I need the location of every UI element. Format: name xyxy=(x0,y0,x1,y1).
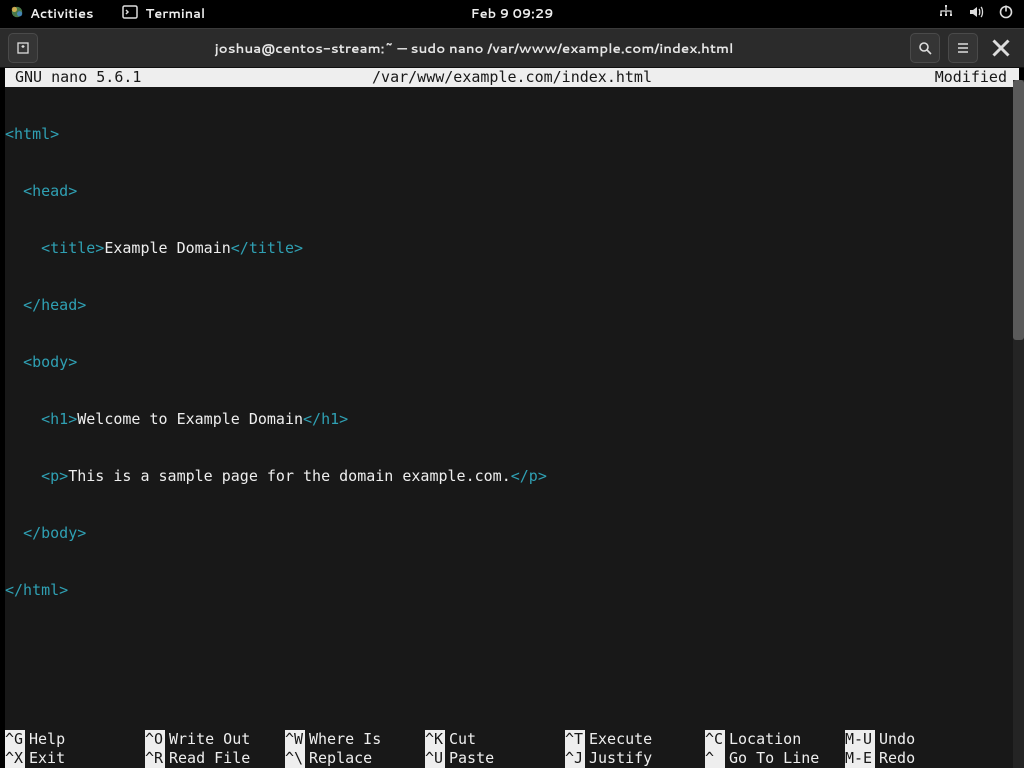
terminal-icon xyxy=(122,4,138,25)
help-entry: ^ Go To Line xyxy=(705,749,845,768)
scrollbar-thumb[interactable] xyxy=(1013,80,1024,340)
help-entry: ^TExecute xyxy=(565,730,705,749)
nano-editor[interactable]: <html> <head> <title>Example Domain</tit… xyxy=(5,87,1019,638)
nano-title-bar: GNU nano 5.6.1 /var/www/example.com/inde… xyxy=(5,68,1019,87)
power-icon xyxy=(998,4,1014,25)
nano-version: GNU nano 5.6.1 xyxy=(7,68,141,87)
help-entry: M-UUndo xyxy=(845,730,985,749)
close-button[interactable] xyxy=(986,33,1016,63)
network-icon xyxy=(938,4,954,25)
help-entry: ^OWrite Out xyxy=(145,730,285,749)
terminal-area[interactable]: GNU nano 5.6.1 /var/www/example.com/inde… xyxy=(5,68,1019,768)
nano-filename: /var/www/example.com/index.html xyxy=(372,68,652,87)
help-entry: ^UPaste xyxy=(425,749,565,768)
window-title: joshua@centos-stream:~ — sudo nano /var/… xyxy=(46,39,902,58)
volume-icon xyxy=(968,4,984,25)
nano-status: Modified xyxy=(935,68,1017,87)
app-menu[interactable]: Terminal xyxy=(122,4,206,25)
help-entry: ^KCut xyxy=(425,730,565,749)
new-tab-button[interactable] xyxy=(8,33,38,63)
help-entry: ^RRead File xyxy=(145,749,285,768)
help-entry: M-ERedo xyxy=(845,749,985,768)
help-entry: ^XExit xyxy=(5,749,145,768)
scrollbar[interactable] xyxy=(1013,80,1024,768)
nano-help-bar: ^GHelp ^XExit ^OWrite Out ^RRead File ^W… xyxy=(5,730,1019,768)
gnome-top-bar: Activities Terminal Feb 9 09:29 xyxy=(0,0,1024,28)
search-button[interactable] xyxy=(910,33,940,63)
window-titlebar: joshua@centos-stream:~ — sudo nano /var/… xyxy=(0,28,1024,68)
activities-icon xyxy=(10,5,24,24)
help-entry: ^\Replace xyxy=(285,749,425,768)
help-entry: ^GHelp xyxy=(5,730,145,749)
hamburger-menu-button[interactable] xyxy=(948,33,978,63)
app-menu-label: Terminal xyxy=(146,5,206,23)
system-status-area[interactable] xyxy=(938,4,1014,25)
clock-label: Feb 9 09:29 xyxy=(471,5,554,23)
help-entry: ^JJustify xyxy=(565,749,705,768)
activities-label: Activities xyxy=(30,5,94,23)
help-entry: ^WWhere Is xyxy=(285,730,425,749)
clock[interactable]: Feb 9 09:29 xyxy=(471,5,554,23)
activities-button[interactable]: Activities xyxy=(10,5,94,24)
help-entry: ^CLocation xyxy=(705,730,845,749)
